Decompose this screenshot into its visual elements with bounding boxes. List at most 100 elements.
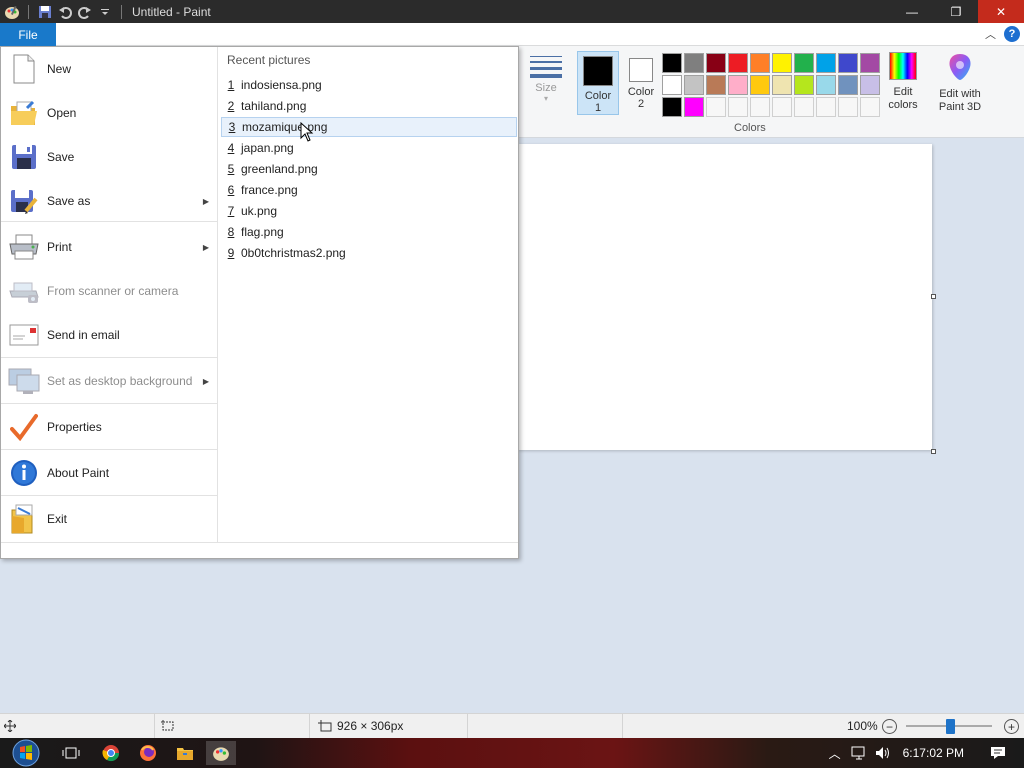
menu-item-about-paint[interactable]: About Paint	[1, 451, 218, 495]
zoom-out-button[interactable]: −	[882, 719, 897, 734]
recent-file-item[interactable]: 9 0b0tchristmas2.png	[221, 243, 517, 263]
palette-swatch[interactable]	[750, 97, 770, 117]
menu-item-save-as[interactable]: Save as ▶	[1, 179, 218, 223]
palette-swatch[interactable]	[838, 97, 858, 117]
palette-swatch[interactable]	[750, 53, 770, 73]
recent-file-number: 2	[227, 99, 235, 113]
edit-with-paint3d-button[interactable]: Edit with Paint 3D	[933, 52, 987, 114]
submenu-arrow-icon: ▶	[202, 242, 209, 252]
show-hidden-icons-icon[interactable]: ︿	[829, 745, 841, 762]
palette-swatch[interactable]	[838, 75, 858, 95]
collapse-ribbon-icon[interactable]: ︿	[985, 26, 996, 42]
palette-swatch[interactable]	[684, 75, 704, 95]
recent-file-item[interactable]: 4 japan.png	[221, 138, 517, 158]
edit-colors-button[interactable]: Edit colors	[884, 52, 922, 112]
palette-swatch[interactable]	[816, 97, 836, 117]
chrome-icon[interactable]	[96, 741, 126, 765]
palette-swatch[interactable]	[816, 75, 836, 95]
start-button[interactable]	[6, 739, 46, 767]
recent-file-name: greenland.png	[241, 162, 318, 176]
canvas-size-icon	[318, 720, 332, 732]
palette-swatch[interactable]	[684, 97, 704, 117]
palette-swatch[interactable]	[728, 53, 748, 73]
paint-taskbar-icon[interactable]	[206, 741, 236, 765]
drawing-canvas[interactable]	[518, 144, 932, 450]
file-explorer-icon[interactable]	[170, 741, 200, 765]
recent-file-item[interactable]: 8 flag.png	[221, 222, 517, 242]
cursor-position-icon	[4, 720, 16, 732]
palette-swatch[interactable]	[772, 97, 792, 117]
menu-item-send-in-email[interactable]: Send in email	[1, 313, 218, 357]
redo-icon[interactable]	[75, 2, 95, 22]
submenu-arrow-icon: ▶	[202, 196, 209, 206]
network-icon[interactable]	[851, 746, 867, 760]
canvas-resize-handle-corner[interactable]	[931, 449, 936, 454]
palette-swatch[interactable]	[706, 75, 726, 95]
palette-swatch[interactable]	[662, 53, 682, 73]
palette-swatch[interactable]	[860, 53, 880, 73]
recent-file-item[interactable]: 5 greenland.png	[221, 159, 517, 179]
cursor-position-segment	[0, 714, 155, 738]
recent-file-item[interactable]: 1 indosiensa.png	[221, 75, 517, 95]
menu-item-label: New	[47, 62, 72, 76]
menu-item-open[interactable]: Open	[1, 91, 218, 135]
palette-swatch[interactable]	[794, 97, 814, 117]
color1-button[interactable]: Color 1	[577, 51, 619, 115]
file-size-segment	[468, 714, 623, 738]
color2-button[interactable]: Color 2	[620, 51, 662, 115]
canvas-resize-handle-right[interactable]	[931, 294, 936, 299]
palette-swatch[interactable]	[662, 97, 682, 117]
minimize-button[interactable]: —	[890, 0, 934, 23]
palette-swatch[interactable]	[838, 53, 858, 73]
volume-icon[interactable]	[875, 746, 891, 760]
recent-file-number: 7	[227, 204, 235, 218]
size-tool[interactable]: Size ▾	[526, 52, 566, 114]
customize-toolbar-icon[interactable]	[95, 2, 115, 22]
palette-swatch[interactable]	[794, 53, 814, 73]
canvas-size-text: 926 × 306px	[337, 719, 404, 733]
recent-file-item[interactable]: 6 france.png	[221, 180, 517, 200]
file-tab[interactable]: File	[0, 23, 56, 46]
palette-swatch[interactable]	[706, 97, 726, 117]
clock[interactable]: 6:17:02 PM	[903, 746, 964, 760]
palette-swatch[interactable]	[728, 75, 748, 95]
recent-file-item[interactable]: 2 tahiland.png	[221, 96, 517, 116]
action-center-icon[interactable]	[990, 746, 1006, 760]
palette-swatch[interactable]	[860, 75, 880, 95]
close-button[interactable]: ✕	[978, 0, 1024, 23]
menu-item-from-scanner-or-camera: From scanner or camera	[1, 269, 218, 313]
help-icon[interactable]: ?	[1004, 26, 1020, 42]
palette-swatch[interactable]	[684, 53, 704, 73]
palette-swatch[interactable]	[794, 75, 814, 95]
menu-item-properties[interactable]: Properties	[1, 405, 218, 449]
status-bar: 926 × 306px 100% − +	[0, 713, 1024, 738]
recent-file-name: flag.png	[241, 225, 284, 239]
palette-swatch[interactable]	[728, 97, 748, 117]
menu-item-save[interactable]: Save	[1, 135, 218, 179]
menu-item-exit[interactable]: Exit	[1, 497, 218, 541]
undo-icon[interactable]	[55, 2, 75, 22]
save-icon[interactable]	[35, 2, 55, 22]
menu-item-new[interactable]: New	[1, 47, 218, 91]
paint3d-label-b: Paint 3D	[938, 101, 982, 113]
maximize-button[interactable]: ❐	[934, 0, 978, 23]
recent-file-item[interactable]: 7 uk.png	[221, 201, 517, 221]
recent-file-name: france.png	[241, 183, 298, 197]
palette-swatch[interactable]	[706, 53, 726, 73]
palette-swatch[interactable]	[816, 53, 836, 73]
palette-swatch[interactable]	[662, 75, 682, 95]
zoom-slider-thumb[interactable]	[946, 719, 955, 734]
recent-file-name: mozamique.png	[242, 120, 328, 134]
zoom-in-button[interactable]: +	[1004, 719, 1019, 734]
task-view-icon[interactable]	[56, 741, 86, 765]
recent-file-item[interactable]: 3 mozamique.png	[221, 117, 517, 137]
menu-item-print[interactable]: Print ▶	[1, 225, 218, 269]
palette-swatch[interactable]	[750, 75, 770, 95]
paint-app-icon[interactable]	[2, 2, 22, 22]
firefox-icon[interactable]	[133, 741, 163, 765]
palette-swatch[interactable]	[860, 97, 880, 117]
palette-swatch[interactable]	[772, 53, 792, 73]
palette-swatch[interactable]	[772, 75, 792, 95]
size-label: Size	[535, 82, 557, 94]
color2-label-a: Color	[627, 86, 655, 98]
